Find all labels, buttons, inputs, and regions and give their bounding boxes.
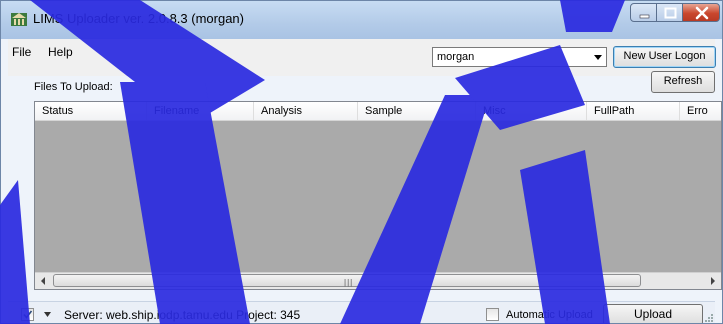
column-analysis[interactable]: Analysis <box>254 102 358 120</box>
column-sample[interactable]: Sample <box>358 102 476 120</box>
resize-grip-icon[interactable] <box>704 313 714 323</box>
upload-button[interactable]: Upload <box>603 304 703 323</box>
server-dropdown-chevron-icon[interactable] <box>44 312 51 317</box>
checkmark-icon <box>23 310 33 319</box>
title-bar[interactable]: LIMS Uploader ver. 2.0.8.3 (morgan) <box>1 1 722 39</box>
column-misc[interactable]: Misc <box>476 102 587 120</box>
scroll-right-button[interactable] <box>704 273 721 289</box>
files-grid[interactable]: Status Filename Analysis Sample Misc Ful… <box>34 101 722 290</box>
automatic-upload-checkbox[interactable] <box>486 308 499 321</box>
lims-app-icon[interactable] <box>11 11 27 27</box>
lims-uploader-window: LIMS Uploader ver. 2.0.8.3 (morgan) File… <box>0 0 723 324</box>
window-title: LIMS Uploader ver. 2.0.8.3 (morgan) <box>33 11 244 26</box>
column-error[interactable]: Erro <box>680 102 721 120</box>
minimize-button[interactable] <box>630 3 657 22</box>
horizontal-scrollbar[interactable]: ||| <box>35 272 721 289</box>
menu-help[interactable]: Help <box>48 45 73 59</box>
grid-header: Status Filename Analysis Sample Misc Ful… <box>35 102 721 121</box>
server-project-text: Server: web.ship.iodp.tamu.edu Project: … <box>64 308 301 322</box>
scroll-right-icon <box>711 277 715 285</box>
refresh-button[interactable]: Refresh <box>651 71 715 93</box>
chevron-down-icon <box>594 55 602 60</box>
maximize-button[interactable] <box>656 3 683 22</box>
column-fullpath[interactable]: FullPath <box>587 102 680 120</box>
scrollbar-grip-icon: ||| <box>344 278 354 287</box>
menu-file[interactable]: File <box>12 45 31 59</box>
scroll-left-button[interactable] <box>35 273 52 289</box>
close-icon <box>695 6 709 20</box>
scrollbar-thumb[interactable]: ||| <box>53 274 641 287</box>
minimize-icon <box>639 14 650 19</box>
files-to-upload-label: Files To Upload: <box>34 81 113 93</box>
column-status[interactable]: Status <box>35 102 147 120</box>
column-filename[interactable]: Filename <box>147 102 254 120</box>
automatic-upload-label[interactable]: Automatic Upload <box>506 309 593 321</box>
scroll-left-icon <box>41 277 45 285</box>
close-button[interactable] <box>682 3 720 22</box>
new-user-logon-button[interactable]: New User Logon <box>613 46 716 68</box>
menu-bar: File Help <box>8 39 715 76</box>
status-bar: Server: web.ship.iodp.tamu.edu Project: … <box>8 301 715 323</box>
user-select-dropdown[interactable]: morgan <box>432 47 607 67</box>
maximize-icon <box>664 7 677 19</box>
server-checkbox[interactable] <box>21 308 34 321</box>
user-select-value: morgan <box>437 51 475 63</box>
